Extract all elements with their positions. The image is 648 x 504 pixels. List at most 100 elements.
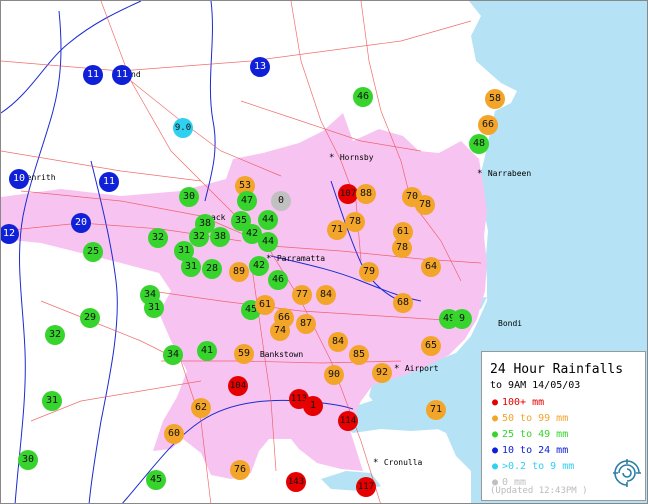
legend-label: 50 to 99 mm [502,413,569,424]
rain-gauge[interactable]: 84 [316,285,336,305]
rain-gauge[interactable]: 48 [469,134,489,154]
rain-gauge[interactable]: 65 [421,336,441,356]
place-label-6: Bondi [498,319,522,329]
rain-gauge[interactable]: 11 [99,172,119,192]
rain-gauge[interactable]: 60 [164,424,184,444]
rain-gauge[interactable]: 20 [71,213,91,233]
legend-item: ● 25 to 49 mm [492,429,568,440]
rain-gauge[interactable]: 38 [210,227,230,247]
place-name: Bondi [498,319,523,328]
rain-gauge[interactable]: 31 [42,391,62,411]
hawkesbury-river [1,1,142,114]
legend-label: >0.2 to 9 mm [502,461,575,472]
legend-dot: ● [492,413,499,424]
rain-gauge[interactable]: 45 [146,470,166,490]
place-label-0: * Hornsby [329,153,374,163]
rain-gauge[interactable]: 59 [234,344,254,364]
rain-gauge[interactable]: 78 [415,195,435,215]
legend-dot: ● [492,445,499,456]
place-marker: * [373,458,384,468]
rain-gauge[interactable]: 1 [303,396,323,416]
rain-gauge[interactable]: 29 [80,308,100,328]
rain-gauge[interactable]: 46 [353,87,373,107]
rain-gauge[interactable]: 46 [268,270,288,290]
bom-swirl-icon [613,459,641,487]
rain-gauge[interactable]: 68 [393,293,413,313]
rain-gauge[interactable]: 71 [327,220,347,240]
legend-updated: (Updated 12:43PM ) [490,486,588,496]
rain-gauge[interactable]: 32 [45,325,65,345]
rain-gauge[interactable]: 9.0 [173,118,193,138]
rain-gauge[interactable]: 44 [258,232,278,252]
place-marker: * [394,364,405,374]
place-label-5: * Airport [394,364,439,374]
legend-item: ● 50 to 99 mm [492,413,568,424]
rain-gauge[interactable]: 11 [112,65,132,85]
rain-gauge[interactable]: 30 [18,450,38,470]
rain-gauge[interactable]: 74 [270,321,290,341]
rain-gauge[interactable]: 88 [356,184,376,204]
rain-gauge[interactable]: 13 [250,57,270,77]
rain-gauge[interactable]: 32 [148,228,168,248]
rain-gauge[interactable]: 107 [338,184,358,204]
legend: 24 Hour Rainfalls to 9AM 14/05/03 ● 100+ … [481,351,646,501]
creek-north [204,1,216,202]
rain-gauge[interactable]: 90 [324,365,344,385]
rain-gauge[interactable]: 79 [359,262,379,282]
rain-gauge[interactable]: 31 [181,257,201,277]
rain-gauge[interactable]: 28 [202,259,222,279]
place-marker: * [329,153,340,163]
rain-gauge[interactable]: 31 [144,298,164,318]
rainfall-map: * Hornsby* Narrabeen* Penrith* Parramatt… [0,0,648,504]
rain-gauge[interactable]: 11 [83,65,103,85]
legend-item: ● 10 to 24 mm [492,445,568,456]
rain-gauge[interactable]: 41 [197,341,217,361]
place-name: Narrabeen [487,169,532,178]
legend-dot: ● [492,461,499,472]
rain-gauge[interactable]: 61 [255,295,275,315]
rain-gauge[interactable]: 10 [9,169,29,189]
rain-gauge[interactable]: 34 [163,345,183,365]
rain-gauge[interactable]: 71 [426,400,446,420]
place-name: Airport [404,364,439,373]
rain-gauge[interactable]: 47 [237,191,257,211]
place-label-4: * Bankstown [249,350,303,360]
legend-item: ● >0.2 to 9 mm [492,461,574,472]
rain-gauge[interactable]: 0 [271,191,291,211]
rain-gauge[interactable]: 30 [179,187,199,207]
place-label-3: * Parramatta [266,254,325,264]
legend-label: 100+ mm [502,397,545,408]
place-label-9: nd [131,70,141,80]
place-label-7: * Cronulla [373,458,422,468]
rain-gauge[interactable]: 78 [392,238,412,258]
rain-gauge[interactable]: 143 [286,472,306,492]
rain-gauge[interactable]: 25 [83,242,103,262]
rain-gauge[interactable]: 58 [485,89,505,109]
rain-gauge[interactable]: 76 [230,460,250,480]
legend-subtitle: to 9AM 14/05/03 [490,380,581,391]
rain-gauge[interactable]: 66 [478,115,498,135]
rain-gauge[interactable]: 92 [372,363,392,383]
rain-gauge[interactable]: 104 [228,376,248,396]
legend-item: ● 100+ mm [492,397,544,408]
rain-gauge[interactable]: 114 [338,411,358,431]
rain-gauge[interactable]: 84 [328,332,348,352]
legend-dot: ● [492,429,499,440]
rain-gauge[interactable]: 12 [1,224,19,244]
place-name: Cronulla [383,458,423,467]
rain-gauge[interactable]: 62 [191,398,211,418]
rain-gauge[interactable]: 78 [345,212,365,232]
rain-gauge[interactable]: 89 [229,262,249,282]
rain-gauge[interactable]: 44 [258,210,278,230]
place-name: Parramatta [276,254,326,263]
place-name: Hornsby [339,153,374,162]
rain-gauge[interactable]: 64 [421,257,441,277]
rain-gauge[interactable]: 117 [356,477,376,497]
legend-title: 24 Hour Rainfalls [490,362,624,377]
rain-gauge[interactable]: 9 [452,309,472,329]
legend-dot: ● [492,397,499,408]
rain-gauge[interactable]: 77 [292,285,312,305]
rain-gauge[interactable]: 85 [349,345,369,365]
rain-gauge[interactable]: 42 [249,256,269,276]
rain-gauge[interactable]: 87 [296,314,316,334]
